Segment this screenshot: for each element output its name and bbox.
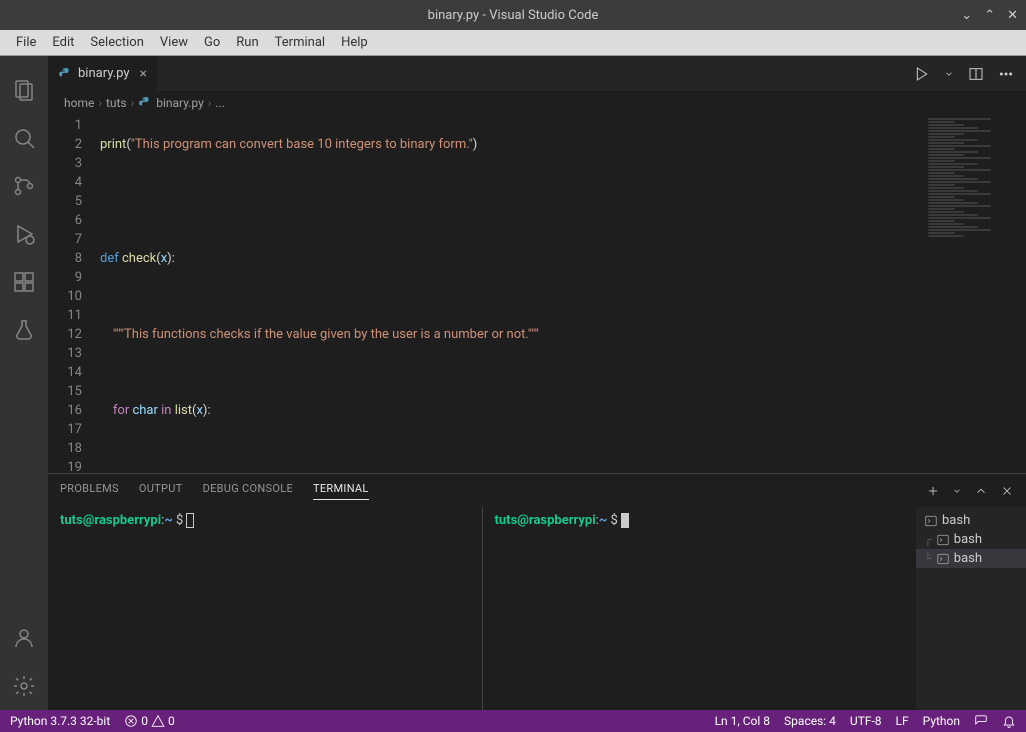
run-icon[interactable]	[914, 66, 930, 82]
titlebar: binary.py - Visual Studio Code ⌄ ⌃ ✕	[0, 0, 1026, 30]
breadcrumbs[interactable]: home › tuts › binary.py › ...	[48, 92, 1026, 114]
tabbar: binary.py ×	[48, 56, 1026, 92]
menu-help[interactable]: Help	[333, 32, 376, 53]
menu-view[interactable]: View	[152, 32, 196, 53]
menu-go[interactable]: Go	[196, 32, 228, 53]
terminal-list-item[interactable]: ┌ bash	[916, 530, 1026, 549]
more-icon[interactable]	[998, 66, 1014, 82]
minimize-icon[interactable]: ⌄	[961, 8, 972, 23]
minimap[interactable]	[920, 114, 1026, 473]
code-content[interactable]: print("This program can convert base 10 …	[100, 114, 920, 473]
tab-output[interactable]: OUTPUT	[139, 482, 183, 499]
editor-actions	[914, 66, 1026, 82]
menubar: File Edit Selection View Go Run Terminal…	[0, 30, 1026, 56]
chevron-right-icon: ›	[131, 96, 135, 110]
search-icon[interactable]	[0, 114, 48, 162]
terminal-pane-1[interactable]: tuts@raspberrypi:~ $	[48, 507, 483, 710]
status-position[interactable]: Ln 1, Col 8	[715, 714, 770, 728]
crumb-symbol[interactable]: ...	[215, 96, 225, 110]
menu-selection[interactable]: Selection	[82, 32, 151, 53]
window-title: binary.py - Visual Studio Code	[428, 8, 599, 23]
terminal-split: tuts@raspberrypi:~ $ tuts@raspberrypi:~ …	[48, 507, 916, 710]
line-numbers: 12345678910111213141516171819	[48, 114, 100, 473]
status-language[interactable]: Python	[923, 714, 960, 728]
chevron-down-icon[interactable]	[944, 66, 954, 82]
chevron-right-icon: ›	[98, 96, 102, 110]
settings-icon[interactable]	[0, 662, 48, 710]
status-spaces[interactable]: Spaces: 4	[784, 714, 836, 728]
tab-terminal[interactable]: TERMINAL	[313, 482, 369, 500]
crumb-home[interactable]: home	[64, 96, 94, 110]
new-terminal-icon[interactable]	[926, 484, 940, 498]
tab-label: binary.py	[78, 66, 130, 81]
editor[interactable]: 12345678910111213141516171819 print("Thi…	[48, 114, 1026, 473]
extensions-icon[interactable]	[0, 258, 48, 306]
menu-run[interactable]: Run	[228, 32, 266, 53]
chevron-down-icon[interactable]	[952, 484, 962, 498]
run-debug-icon[interactable]	[0, 210, 48, 258]
status-encoding[interactable]: UTF-8	[850, 714, 882, 728]
cursor-icon	[621, 513, 629, 528]
menu-file[interactable]: File	[8, 32, 44, 53]
tab-debug-console[interactable]: DEBUG CONSOLE	[203, 482, 293, 499]
close-icon[interactable]: ✕	[1007, 8, 1018, 23]
crumb-tuts[interactable]: tuts	[106, 96, 127, 110]
close-panel-icon[interactable]	[1000, 484, 1014, 498]
crumb-file[interactable]: binary.py	[156, 96, 204, 110]
status-python[interactable]: Python 3.7.3 32-bit	[10, 714, 110, 728]
accounts-icon[interactable]	[0, 614, 48, 662]
tab-close-icon[interactable]: ×	[140, 66, 147, 82]
bottom-panel: PROBLEMS OUTPUT DEBUG CONSOLE TERMINAL t…	[48, 473, 1026, 710]
tab-problems[interactable]: PROBLEMS	[60, 482, 119, 499]
menu-terminal[interactable]: Terminal	[267, 32, 333, 53]
maximize-icon[interactable]: ⌃	[984, 8, 995, 23]
terminal-list-item[interactable]: bash	[916, 511, 1026, 530]
terminal-list-item[interactable]: └ bash	[916, 549, 1026, 568]
explorer-icon[interactable]	[0, 66, 48, 114]
status-errors[interactable]: 0 0	[124, 714, 174, 729]
terminal-pane-2[interactable]: tuts@raspberrypi:~ $	[483, 507, 917, 710]
bell-icon[interactable]	[1002, 714, 1016, 728]
chevron-right-icon: ›	[208, 96, 212, 110]
source-control-icon[interactable]	[0, 162, 48, 210]
statusbar: Python 3.7.3 32-bit 0 0 Ln 1, Col 8 Spac…	[0, 710, 1026, 732]
tab-binary-py[interactable]: binary.py ×	[48, 56, 158, 92]
split-editor-icon[interactable]	[968, 66, 984, 82]
feedback-icon[interactable]	[974, 714, 988, 728]
menu-edit[interactable]: Edit	[44, 32, 82, 53]
terminal-icon	[936, 552, 950, 566]
activitybar	[0, 56, 48, 710]
terminal-icon	[924, 514, 938, 528]
cursor-icon	[186, 513, 194, 528]
titlebar-controls: ⌄ ⌃ ✕	[961, 8, 1018, 23]
python-file-icon	[58, 67, 72, 81]
panel-tabs: PROBLEMS OUTPUT DEBUG CONSOLE TERMINAL	[48, 474, 1026, 507]
status-eol[interactable]: LF	[896, 714, 909, 728]
testing-icon[interactable]	[0, 306, 48, 354]
chevron-up-icon[interactable]	[974, 484, 988, 498]
terminal-icon	[936, 533, 950, 547]
terminal-list: bash ┌ bash └ bash	[916, 507, 1026, 710]
python-file-icon	[138, 96, 152, 110]
